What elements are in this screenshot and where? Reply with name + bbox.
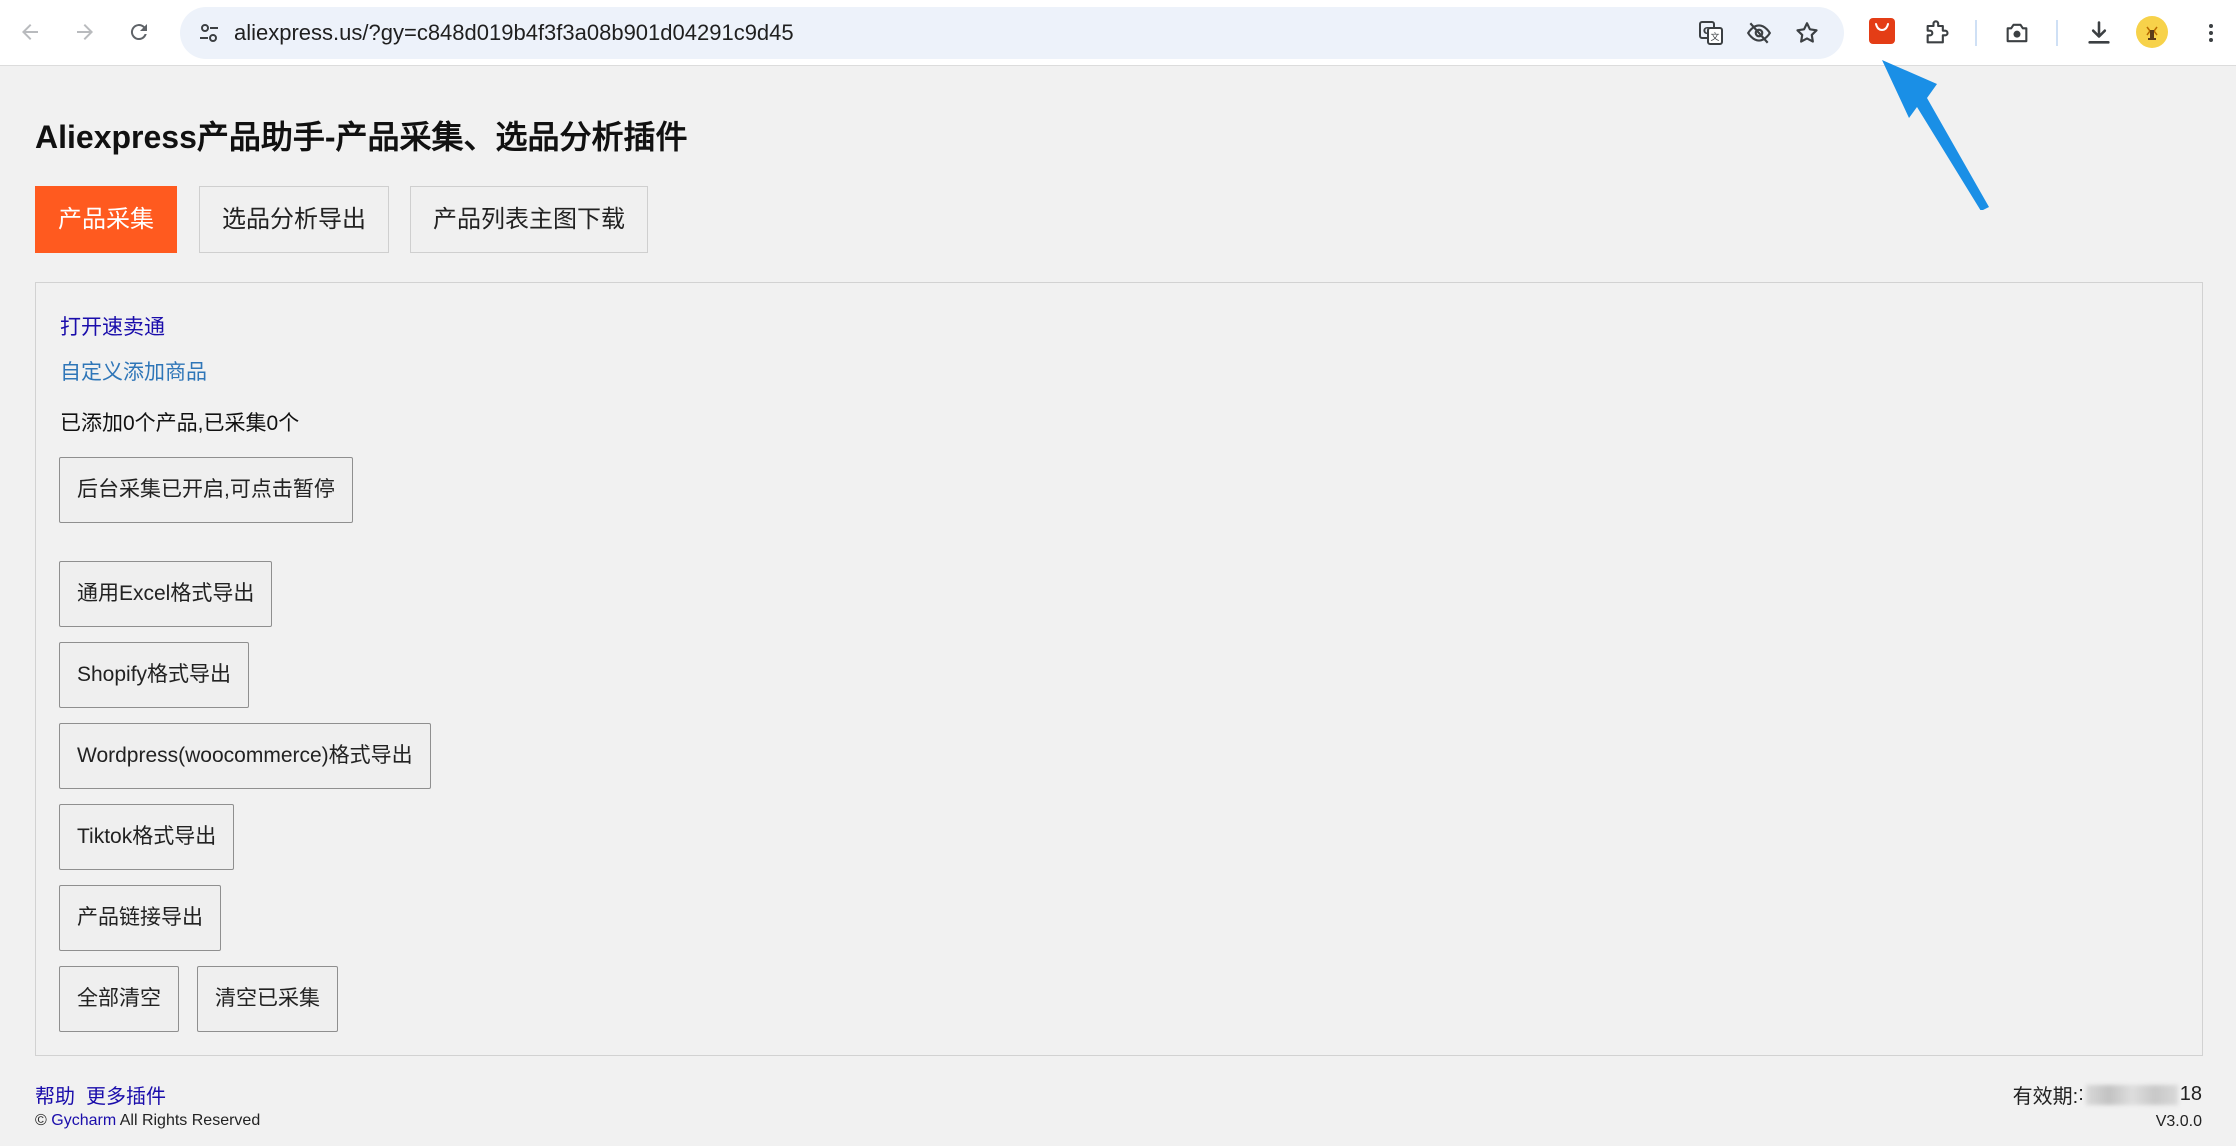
browser-toolbar: aliexpress.us/?gy=c848d019b4f3f3a08b901d… [0, 0, 2236, 66]
validity-period: 有效期: : 18 [2013, 1080, 2202, 1109]
site-settings-button[interactable] [194, 18, 224, 48]
tune-icon [200, 24, 218, 42]
collection-panel: 打开速卖通 自定义添加商品 已添加0个产品,已采集0个 后台采集已开启,可点击暂… [35, 282, 2203, 1056]
validity-separator: : [2078, 1083, 2084, 1105]
extension-aliexpress-button[interactable] [1869, 18, 1895, 44]
download-icon [2088, 21, 2110, 44]
redacted-date [2085, 1084, 2178, 1105]
toolbar-divider [2056, 20, 2058, 46]
validity-suffix: 18 [2179, 1083, 2202, 1105]
export-links-button[interactable]: 产品链接导出 [59, 885, 221, 951]
custom-add-product-link[interactable]: 自定义添加商品 [60, 356, 207, 386]
page-title: Aliexpress产品助手-产品采集、选品分析插件 [35, 119, 688, 155]
copyright-text: All Rights Reserved [119, 1112, 261, 1129]
collection-status: 已添加0个产品,已采集0个 [60, 412, 300, 435]
tab-product-collection[interactable]: 产品采集 [35, 186, 177, 253]
star-icon [1796, 22, 1818, 43]
puzzle-icon [1926, 20, 1949, 44]
copyright-brand-link[interactable]: Gycharm [51, 1112, 116, 1129]
eye-off-icon [1746, 22, 1772, 44]
export-tiktok-button[interactable]: Tiktok格式导出 [59, 804, 235, 870]
avatar [2146, 26, 2158, 40]
clear-all-button[interactable]: 全部清空 [59, 966, 179, 1032]
browser-menu-button[interactable] [2192, 14, 2230, 52]
export-shopify-button[interactable]: Shopify格式导出 [59, 642, 250, 708]
pause-collection-button[interactable]: 后台采集已开启,可点击暂停 [59, 457, 353, 523]
open-aliexpress-link[interactable]: 打开速卖通 [60, 311, 165, 341]
profile-avatar[interactable] [2136, 16, 2168, 48]
export-excel-button[interactable]: 通用Excel格式导出 [59, 561, 273, 627]
downloads-button[interactable] [2080, 14, 2118, 52]
toolbar-divider [1975, 20, 1977, 46]
svg-text:文: 文 [1710, 31, 1719, 43]
translate-icon: G 文 [1699, 21, 1723, 45]
tab-list-image-download[interactable]: 产品列表主图下载 [410, 186, 648, 253]
tab-selection-analysis-export[interactable]: 选品分析导出 [199, 186, 389, 253]
bookmark-button[interactable] [1792, 18, 1822, 48]
extensions-button[interactable] [1918, 14, 1956, 52]
reload-button[interactable] [117, 10, 161, 54]
arrow-left-icon [22, 24, 38, 40]
validity-label: 有效期: [2012, 1086, 2079, 1108]
clear-collected-button[interactable]: 清空已采集 [197, 966, 338, 1032]
back-button[interactable] [8, 10, 52, 54]
tracking-protection-button[interactable] [1744, 18, 1774, 48]
reload-icon [130, 24, 147, 41]
camera-icon [2006, 23, 2028, 43]
export-wordpress-button[interactable]: Wordpress(woocommerce)格式导出 [59, 723, 431, 789]
arrow-right-icon [77, 24, 93, 40]
copyright: © Gycharm All Rights Reserved [35, 1112, 260, 1130]
shopping-bag-icon [1875, 23, 1889, 32]
screenshot-button[interactable] [1998, 14, 2036, 52]
more-vert-icon [2209, 24, 2213, 42]
version-label: V3.0.0 [2155, 1113, 2202, 1130]
url-text[interactable]: aliexpress.us/?gy=c848d019b4f3f3a08b901d… [234, 7, 794, 59]
help-link[interactable]: 帮助 [35, 1080, 75, 1109]
copyright-symbol: © [35, 1112, 47, 1129]
more-plugins-link[interactable]: 更多插件 [86, 1080, 166, 1109]
translate-button[interactable]: G 文 [1696, 18, 1726, 48]
forward-button[interactable] [63, 10, 107, 54]
annotation-arrow-icon [1882, 60, 1989, 210]
address-bar[interactable]: aliexpress.us/?gy=c848d019b4f3f3a08b901d… [180, 7, 1844, 59]
